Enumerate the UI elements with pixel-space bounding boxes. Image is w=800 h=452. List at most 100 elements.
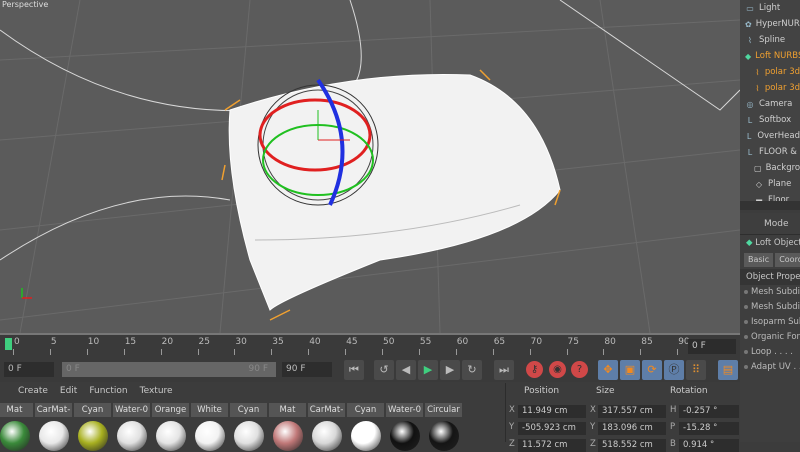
object-item[interactable]: ▭ Light [740, 0, 800, 16]
section-title: Object Properties [740, 269, 800, 285]
material-swatch[interactable]: Water-0 [386, 403, 423, 451]
material-name: Orange [152, 403, 189, 417]
scale-tool-icon[interactable]: ▣ [620, 360, 640, 380]
property-row[interactable]: Organic Form [740, 330, 800, 345]
tick-mark [677, 349, 679, 355]
axis-label: X [509, 405, 515, 415]
property-row[interactable]: Loop . . . . [740, 345, 800, 360]
object-item[interactable]: ⌇ Spline [740, 32, 800, 48]
object-item[interactable]: ▢Background [740, 160, 800, 176]
material-swatch[interactable]: Cyan [347, 403, 384, 451]
size-field[interactable]: 183.096 cm [598, 422, 666, 435]
tick-mark [455, 349, 457, 355]
material-name: Circular [425, 403, 462, 417]
property-row[interactable]: Mesh Subdivision V [740, 300, 800, 315]
current-frame-field[interactable]: 0 F [688, 339, 736, 354]
rotation-field[interactable]: -0.257 ° [679, 405, 739, 418]
material-swatch[interactable]: Circular [425, 403, 462, 451]
mode-menu[interactable]: Mode [740, 213, 800, 235]
tick-label: 35 [272, 337, 284, 347]
rotation-header: Rotation [670, 386, 708, 396]
material-swatch[interactable]: Orange [152, 403, 189, 451]
horizontal-scrollbar[interactable] [740, 201, 800, 210]
material-preview [350, 421, 381, 451]
object-label: HyperNURBS [755, 19, 800, 29]
tick-label: 5 [50, 337, 57, 347]
object-item[interactable]: ⌇ polar 3d [740, 64, 800, 80]
timeline-layout-icon[interactable]: ▤ [718, 360, 738, 380]
tick-label: 15 [124, 337, 137, 347]
size-field[interactable]: 518.552 cm [598, 439, 666, 452]
material-preview [311, 421, 342, 451]
move-tool-icon[interactable]: ✥ [598, 360, 618, 380]
autokey-icon[interactable]: ◉ [549, 361, 566, 378]
object-label: Camera [759, 99, 793, 109]
object-label: Light [759, 3, 781, 13]
rotation-field[interactable]: -15.28 ° [679, 422, 739, 435]
rotation-field[interactable]: 0.914 ° [679, 439, 739, 452]
property-row[interactable]: Adapt UV . . [740, 360, 800, 375]
tick-mark [271, 349, 273, 355]
plane-icon: ◇ [755, 179, 763, 189]
property-row[interactable]: Isoparm Subdivision [740, 315, 800, 330]
property-row[interactable]: Mesh Subdivision U [740, 285, 800, 300]
rotate-tool-icon[interactable]: ⟳ [642, 360, 662, 380]
material-swatch[interactable]: Mat [0, 403, 33, 451]
keyframe-selection-icon[interactable]: ? [571, 361, 588, 378]
object-label: OverHead [757, 131, 800, 141]
material-swatch[interactable]: Cyan [74, 403, 111, 451]
tab-coord[interactable]: Coord [775, 253, 800, 267]
go-to-end-button[interactable]: ⏭ [494, 360, 514, 380]
menu-function[interactable]: Function [89, 383, 127, 399]
menu-create[interactable]: Create [18, 383, 48, 399]
loft-icon: ◆ [746, 238, 756, 248]
tick-mark [418, 349, 420, 355]
object-title: ◆ Loft Object [746, 238, 800, 248]
menu-edit[interactable]: Edit [60, 383, 77, 399]
play-button[interactable]: ▶ [418, 360, 438, 380]
timeline-playhead[interactable] [5, 338, 12, 350]
tab-basic[interactable]: Basic [744, 253, 774, 267]
menu-texture[interactable]: Texture [140, 383, 173, 399]
object-item[interactable]: L Softbox [740, 112, 800, 128]
position-field[interactable]: 11.949 cm [518, 405, 586, 418]
object-item[interactable]: ◎ Camera [740, 96, 800, 112]
material-name: Water-0 [386, 403, 423, 417]
end-frame-field[interactable]: 90 F [282, 362, 332, 377]
frame-range-slider[interactable]: 0 F 90 F [62, 362, 276, 377]
object-label: Plane [768, 179, 792, 189]
material-swatch[interactable]: CarMat- [35, 403, 72, 451]
parameter-icon[interactable]: Ⓟ [664, 360, 684, 380]
material-preview [389, 421, 420, 451]
tick-label: 45 [346, 337, 358, 347]
object-label: Softbox [759, 115, 792, 125]
material-swatch[interactable]: White [191, 403, 228, 451]
material-swatch[interactable]: Mat [269, 403, 306, 451]
light-icon: ▭ [746, 3, 754, 13]
material-swatch[interactable]: CarMat- [308, 403, 345, 451]
object-item[interactable]: L OverHead [740, 128, 800, 144]
material-preview [194, 421, 225, 451]
object-item[interactable]: ◆ Loft NURBS [740, 48, 800, 64]
object-item[interactable]: ⌇ polar 3d [740, 80, 800, 96]
material-swatch[interactable]: Cyan [230, 403, 267, 451]
previous-key-button[interactable]: ↺ [374, 360, 394, 380]
point-level-icon[interactable]: ⠿ [686, 360, 706, 380]
object-item[interactable]: ✿HyperNURBS [740, 16, 800, 32]
size-field[interactable]: 317.557 cm [598, 405, 666, 418]
material-name: Water-0 [113, 403, 150, 417]
material-swatch[interactable]: Water-0 [113, 403, 150, 451]
go-to-start-button[interactable]: ⏮ [344, 360, 364, 380]
viewport-perspective[interactable]: Perspective [0, 0, 740, 333]
previous-frame-button[interactable]: ◀ [396, 360, 416, 380]
next-frame-button[interactable]: ▶ [440, 360, 460, 380]
loop-button[interactable]: ↻ [462, 360, 482, 380]
axis-label: X [590, 405, 596, 415]
object-item[interactable]: L FLOOR & [740, 144, 800, 160]
position-field[interactable]: -505.923 cm [518, 422, 586, 435]
record-key-icon[interactable]: ⚷ [526, 361, 543, 378]
object-item[interactable]: ◇ Plane [740, 176, 800, 192]
timeline-ruler[interactable]: 0 5 10 15 20 25 30 35 40 45 50 55 60 65 70 75 80 85 90 0 F [0, 333, 740, 358]
start-frame-field[interactable]: 0 F [4, 362, 54, 377]
position-field[interactable]: 11.572 cm [518, 439, 586, 452]
